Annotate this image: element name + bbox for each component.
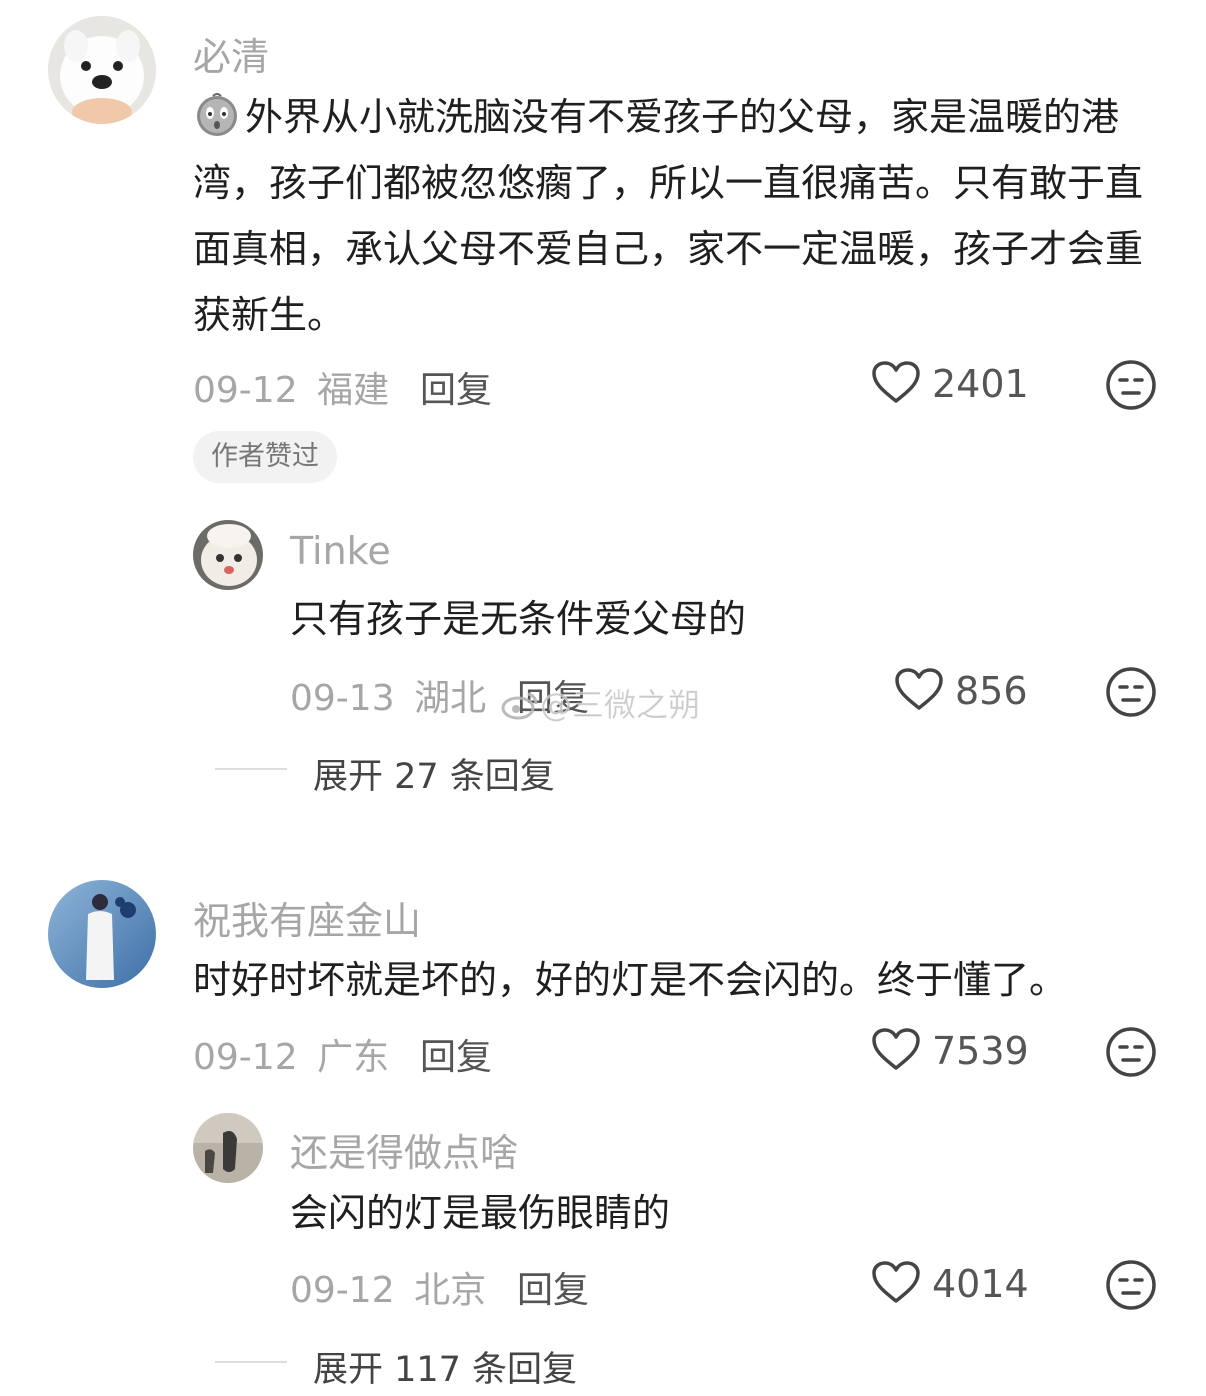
heart-outline-icon — [870, 1026, 922, 1076]
divider — [215, 1361, 287, 1363]
reply-meta: 09-13 湖北 — [290, 669, 486, 721]
reply-button[interactable]: 回复 — [420, 1028, 492, 1080]
reply-text: 会闪的灯是最伤眼睛的 — [290, 1191, 671, 1235]
like-count: 4014 — [932, 1262, 1029, 1306]
like-count: 856 — [955, 669, 1028, 713]
reply-text: 只有孩子是无条件爱父母的 — [290, 597, 747, 641]
reply-date: 09-12 — [290, 1270, 395, 1311]
comment-location: 广东 — [317, 1037, 390, 1078]
comment-date: 09-12 — [193, 1037, 298, 1078]
like-count: 2401 — [932, 362, 1029, 406]
username[interactable]: 必清 — [193, 26, 269, 81]
neutral-face-icon[interactable] — [1105, 666, 1157, 718]
divider — [215, 768, 287, 770]
comment-text: 时好时坏就是坏的，好的灯是不会闪的。终于懂了。 — [193, 958, 1068, 1002]
author-liked-badge: 作者赞过 — [193, 431, 337, 483]
expand-replies-button[interactable]: 展开 117 条回复 — [313, 1341, 577, 1392]
avatar[interactable] — [193, 520, 263, 590]
watermark-text: @三微之朔 — [539, 686, 701, 725]
neutral-face-icon[interactable] — [1105, 359, 1157, 411]
watermark: @三微之朔 — [500, 680, 701, 726]
reply-date: 09-13 — [290, 678, 395, 719]
like-button[interactable]: 7539 — [870, 1025, 1029, 1077]
username[interactable]: Tinke — [290, 529, 391, 573]
heart-outline-icon — [870, 1259, 922, 1309]
neutral-face-icon[interactable] — [1105, 1026, 1157, 1078]
avatar[interactable] — [48, 880, 156, 988]
reply-button[interactable]: 回复 — [517, 1261, 589, 1313]
heart-outline-icon — [893, 666, 945, 716]
comment-location: 福建 — [317, 370, 390, 411]
avatar[interactable] — [193, 1113, 263, 1183]
like-button[interactable]: 2401 — [870, 358, 1029, 410]
crying-face-emoji-icon — [193, 90, 241, 138]
expand-replies-button[interactable]: 展开 27 条回复 — [313, 748, 555, 799]
reply-button[interactable]: 回复 — [420, 361, 492, 413]
like-count: 7539 — [932, 1029, 1029, 1073]
reply-meta: 09-12 北京 — [290, 1261, 486, 1313]
comment-meta: 09-12 福建 — [193, 361, 389, 413]
reply-location: 北京 — [414, 1270, 487, 1311]
comment-text: 外界从小就洗脑没有不爱孩子的父母，家是温暖的港湾，孩子们都被忽悠瘸了，所以一直很… — [193, 84, 1163, 348]
reply-location: 湖北 — [414, 678, 487, 719]
like-button[interactable]: 856 — [893, 665, 1028, 717]
comment-date: 09-12 — [193, 370, 298, 411]
heart-outline-icon — [870, 359, 922, 409]
neutral-face-icon[interactable] — [1105, 1259, 1157, 1311]
comment-text-content: 外界从小就洗脑没有不爱孩子的父母，家是温暖的港湾，孩子们都被忽悠瘸了，所以一直很… — [193, 95, 1144, 337]
username[interactable]: 祝我有座金山 — [193, 890, 421, 945]
username[interactable]: 还是得做点啥 — [290, 1122, 518, 1177]
weibo-logo-icon — [500, 690, 540, 720]
comment-meta: 09-12 广东 — [193, 1028, 389, 1080]
avatar[interactable] — [48, 16, 156, 124]
like-button[interactable]: 4014 — [870, 1258, 1029, 1310]
